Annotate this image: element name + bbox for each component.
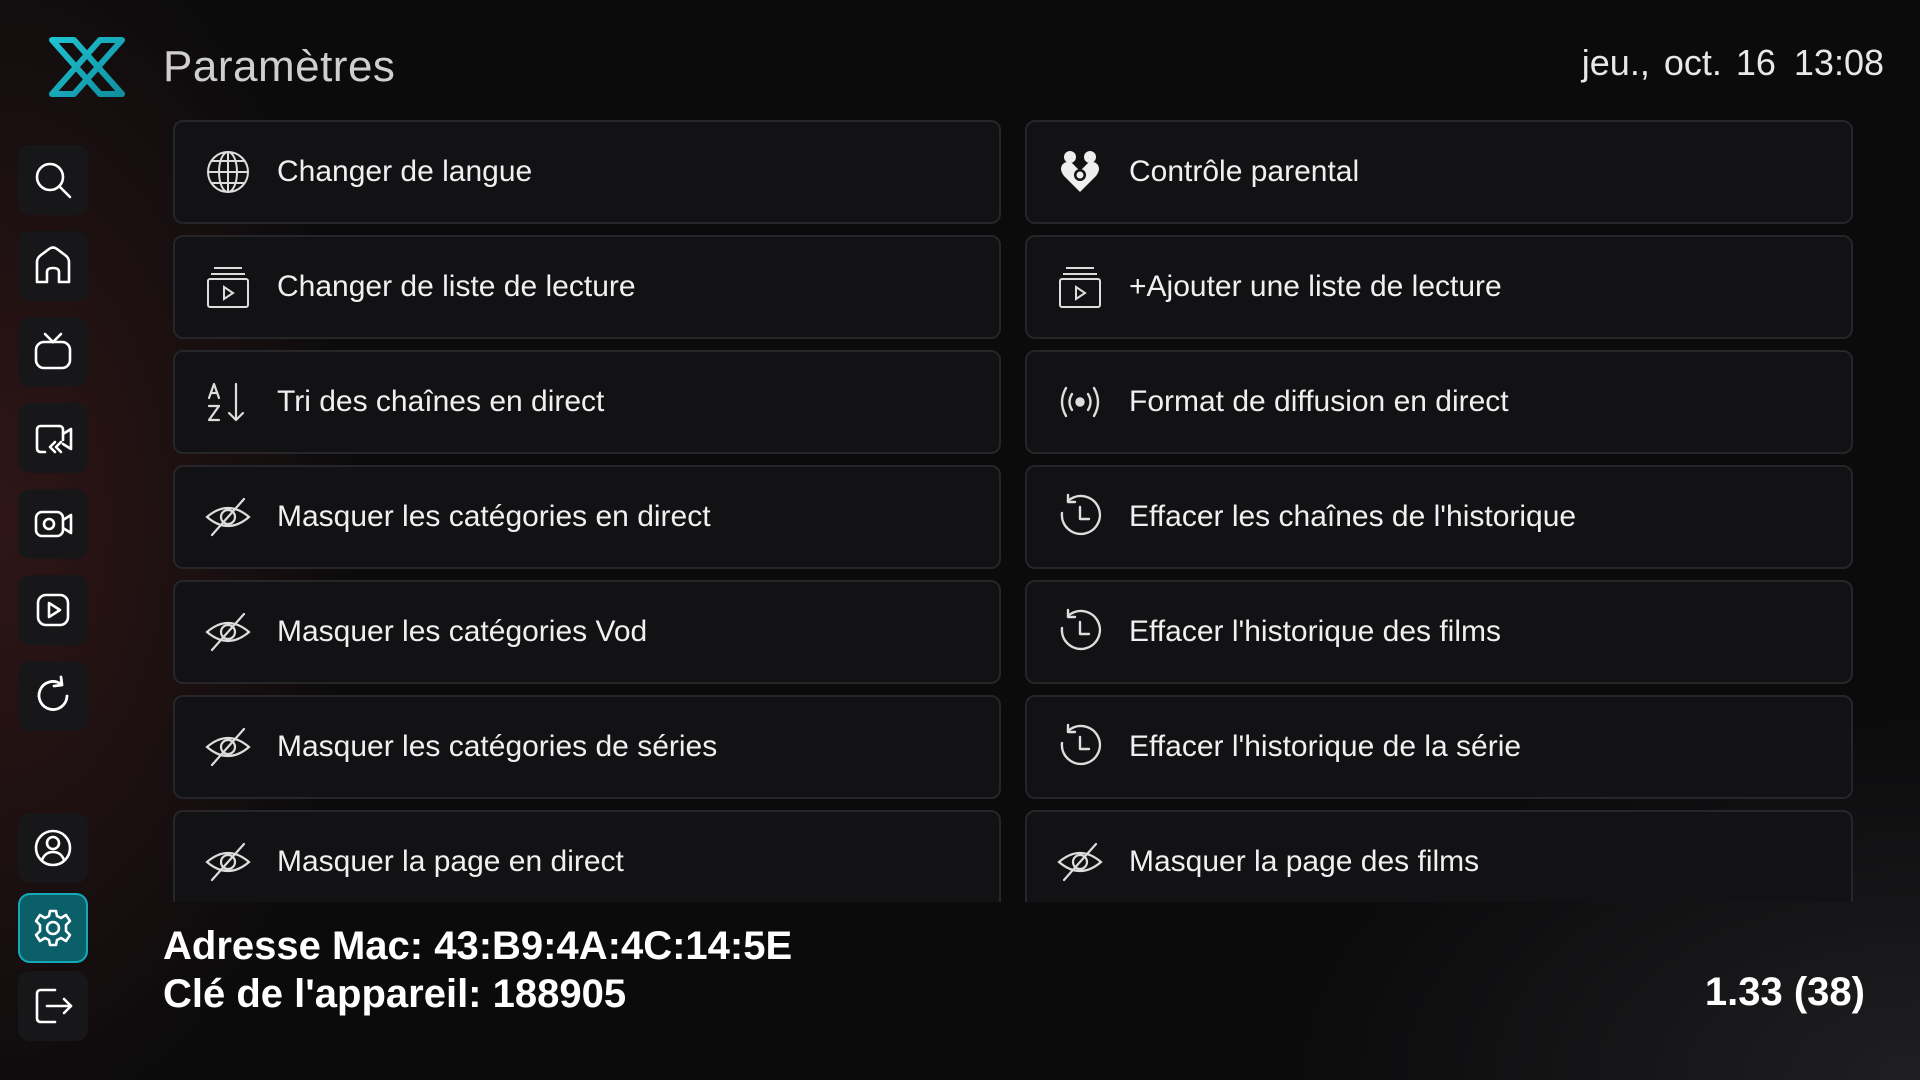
setting-label: Effacer les chaînes de l'historique — [1129, 500, 1577, 533]
tv-icon — [34, 332, 72, 370]
setting-label: Tri des chaînes en direct — [277, 385, 605, 418]
parental-icon — [1055, 147, 1105, 197]
setting-change-playlist[interactable]: Changer de liste de lecture — [173, 235, 1001, 339]
refresh-icon — [37, 675, 69, 711]
sidebar-item-refresh[interactable] — [18, 661, 88, 731]
mac-address: Adresse Mac: 43:B9:4A:4C:14:5E — [163, 924, 793, 968]
account-icon — [34, 829, 72, 867]
setting-add-playlist[interactable]: +Ajouter une liste de lecture — [1025, 235, 1853, 339]
movies-icon — [34, 510, 73, 538]
sidebar-item-series[interactable] — [18, 575, 88, 645]
setting-label: Contrôle parental — [1129, 155, 1360, 188]
sidebar-item-account[interactable] — [18, 813, 88, 883]
setting-label: Format de diffusion en direct — [1129, 385, 1509, 418]
app-logo — [49, 37, 125, 97]
setting-label: Masquer les catégories Vod — [277, 615, 648, 648]
setting-clear-movie-history[interactable]: Effacer l'historique des films — [1025, 580, 1853, 684]
page-title: Paramètres — [163, 42, 396, 91]
sidebar-item-settings[interactable] — [18, 893, 88, 963]
history-icon — [1055, 722, 1105, 772]
date-time: jeu., oct. 16 13:08 — [1582, 42, 1884, 84]
sidebar-item-movies[interactable] — [18, 489, 88, 559]
broadcast-icon — [1055, 377, 1105, 427]
setting-label: Masquer les catégories en direct — [277, 500, 711, 533]
sidebar-item-live-tv[interactable] — [18, 317, 88, 387]
setting-hide-live-categories[interactable]: Masquer les catégories en direct — [173, 465, 1001, 569]
setting-clear-channel-history[interactable]: Effacer les chaînes de l'historique — [1025, 465, 1853, 569]
eye-off-icon — [203, 607, 253, 657]
eye-off-icon — [203, 722, 253, 772]
sidebar-item-logout[interactable] — [18, 971, 88, 1041]
setting-label: Masquer la page en direct — [277, 845, 624, 878]
catchup-icon — [35, 424, 73, 454]
history-icon — [1055, 492, 1105, 542]
playlist-icon — [1055, 262, 1105, 312]
setting-label: Effacer l'historique de la série — [1129, 730, 1522, 763]
setting-parental-control[interactable]: Contrôle parental — [1025, 120, 1853, 224]
setting-live-stream-format[interactable]: Format de diffusion en direct — [1025, 350, 1853, 454]
device-info: Adresse Mac: 43:B9:4A:4C:14:5E Clé de l'… — [163, 922, 792, 1018]
logout-icon — [35, 988, 73, 1024]
sidebar-item-home[interactable] — [18, 231, 88, 301]
setting-label: Masquer les catégories de séries — [277, 730, 718, 763]
app-version: 1.33 (38) — [1704, 970, 1865, 1014]
sidebar-item-catchup[interactable] — [18, 403, 88, 473]
setting-label: +Ajouter une liste de lecture — [1129, 270, 1502, 303]
settings-screen: Paramètres jeu., oct. 16 13:08 Changer d… — [0, 0, 1920, 1080]
setting-label: Changer de liste de lecture — [277, 270, 636, 303]
setting-hide-vod-categories[interactable]: Masquer les catégories Vod — [173, 580, 1001, 684]
setting-hide-live-page[interactable]: Masquer la page en direct — [173, 810, 1001, 902]
sidebar-item-search[interactable] — [18, 145, 88, 215]
setting-hide-movies-page[interactable]: Masquer la page des films — [1025, 810, 1853, 902]
setting-label: Masquer la page des films — [1129, 845, 1480, 878]
setting-sort-live-channels[interactable]: Tri des chaînes en direct — [173, 350, 1001, 454]
time-text: 13:08 — [1793, 42, 1884, 83]
home-icon — [35, 246, 71, 284]
globe-icon — [203, 147, 253, 197]
setting-label: Effacer l'historique des films — [1129, 615, 1501, 648]
playlist-icon — [203, 262, 253, 312]
setting-clear-series-history[interactable]: Effacer l'historique de la série — [1025, 695, 1853, 799]
settings-grid: Changer de langue Changer de liste de le… — [173, 120, 1858, 902]
eye-off-icon — [203, 492, 253, 542]
search-icon — [35, 162, 72, 199]
setting-hide-series-categories[interactable]: Masquer les catégories de séries — [173, 695, 1001, 799]
eye-off-icon — [203, 837, 253, 887]
setting-change-language[interactable]: Changer de langue — [173, 120, 1001, 224]
device-key: Clé de l'appareil: 188905 — [163, 972, 627, 1016]
sidebar — [18, 145, 90, 1045]
history-icon — [1055, 607, 1105, 657]
eye-off-icon — [1055, 837, 1105, 887]
setting-label: Changer de langue — [277, 155, 533, 188]
series-play-icon — [36, 593, 70, 627]
settings-icon — [34, 909, 72, 947]
date-text: jeu., oct. 16 — [1581, 42, 1776, 83]
sort-az-icon — [203, 377, 253, 427]
